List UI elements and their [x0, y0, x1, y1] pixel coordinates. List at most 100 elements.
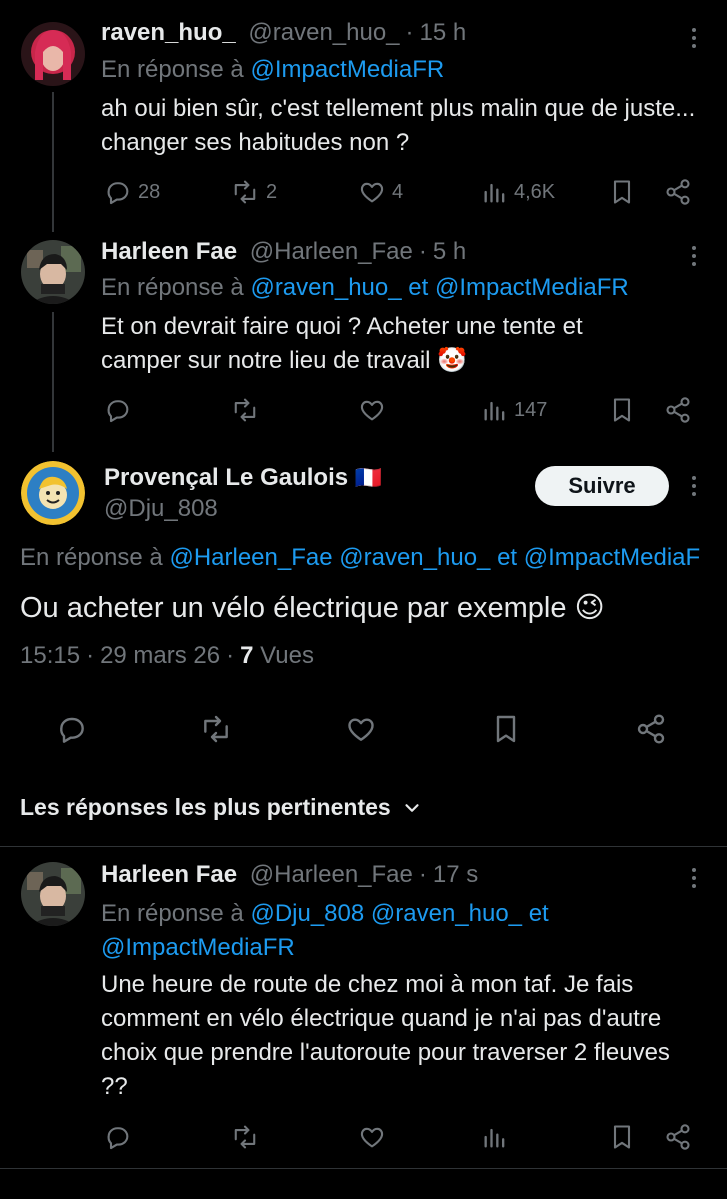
thread-line	[52, 92, 54, 232]
repost-icon	[234, 398, 256, 422]
post-text: Une heure de route de chez moi à mon taf…	[101, 971, 670, 1100]
repost-count: 2	[266, 180, 278, 203]
heart-icon	[360, 182, 384, 203]
more-options-icon[interactable]	[692, 476, 698, 500]
views-button[interactable]: 4,6K	[482, 178, 555, 206]
post-time[interactable]: 15 h	[420, 19, 467, 46]
views-count: 7	[240, 642, 254, 669]
mention-link[interactable]: @raven_huo_	[371, 900, 522, 927]
flag-emoji: 🇫🇷	[354, 465, 383, 490]
reply-prefix: En réponse à	[101, 274, 244, 301]
share-icon	[666, 1124, 690, 1150]
share-icon	[666, 397, 690, 423]
share-icon	[666, 179, 690, 205]
more-options-icon[interactable]	[692, 246, 698, 270]
mention-link[interactable]: @raven_huo_	[339, 544, 490, 571]
like-button[interactable]: 4	[358, 178, 403, 206]
reply-button[interactable]	[104, 396, 132, 424]
bookmark-button[interactable]	[609, 178, 635, 206]
more-options-icon[interactable]	[692, 868, 698, 892]
post-text-content: Et on devrait faire quoi ? Acheter une t…	[101, 313, 583, 374]
conjunction: et	[408, 274, 429, 301]
author-handle[interactable]: @Harleen_Fae	[250, 861, 413, 888]
bookmark-button[interactable]	[609, 396, 635, 424]
post-header: raven_huo_ @raven_huo_ · 15 h	[101, 19, 467, 46]
avatar[interactable]	[21, 461, 85, 525]
analytics-icon	[484, 1128, 505, 1148]
views-label: Vues	[260, 642, 314, 669]
chevron-down-icon	[405, 803, 419, 812]
sort-dropdown[interactable]: Les réponses les plus pertinentes	[20, 794, 423, 821]
repost-icon	[204, 715, 228, 743]
share-icon	[637, 714, 665, 744]
bookmark-icon	[613, 1125, 631, 1149]
share-button[interactable]	[664, 396, 692, 424]
views-count: 4,6K	[514, 180, 556, 203]
author-name[interactable]: Harleen Fae	[101, 238, 237, 265]
reply-button[interactable]: 28	[104, 178, 160, 206]
bookmark-icon	[613, 398, 631, 422]
repost-icon	[234, 1125, 256, 1149]
repost-button[interactable]	[230, 1123, 260, 1151]
mention-link[interactable]: @ImpactMediaFR	[435, 274, 629, 301]
repost-button[interactable]	[198, 713, 234, 745]
reply-prefix: En réponse à	[20, 544, 163, 571]
like-count: 4	[392, 180, 404, 203]
author-name[interactable]: raven_huo_	[101, 19, 236, 46]
post-date[interactable]: 29 mars 26	[100, 642, 220, 669]
bookmark-button[interactable]	[609, 1123, 635, 1151]
reply-button[interactable]	[104, 1123, 132, 1151]
author-handle[interactable]: @raven_huo_	[248, 19, 399, 46]
author-name-line: Provençal Le Gaulois 🇫🇷	[104, 464, 382, 492]
reply-button[interactable]	[56, 713, 88, 745]
conjunction: et	[528, 900, 549, 927]
sort-label: Les réponses les plus pertinentes	[20, 794, 391, 820]
post-time[interactable]: 17 s	[433, 861, 478, 888]
author-name[interactable]: Provençal Le Gaulois	[104, 464, 348, 491]
views-button[interactable]: 147	[482, 396, 547, 424]
post-time[interactable]: 15:15	[20, 642, 80, 669]
thread-line	[52, 312, 54, 452]
heart-icon	[360, 1127, 384, 1148]
comment-icon	[107, 182, 129, 205]
like-button[interactable]	[358, 396, 386, 424]
bookmark-icon	[613, 180, 631, 204]
mention-link[interactable]: @raven_huo_	[250, 274, 401, 301]
share-button[interactable]	[635, 713, 667, 745]
views-button[interactable]	[482, 1123, 508, 1151]
avatar[interactable]	[21, 862, 85, 926]
mention-link[interactable]: @ImpactMediaFR	[250, 56, 444, 83]
follow-button[interactable]: Suivre	[535, 466, 669, 506]
author-handle[interactable]: @Dju_808	[104, 495, 218, 523]
mention-link[interactable]: @Dju_808	[250, 900, 364, 927]
bookmark-button[interactable]	[491, 713, 521, 745]
post-text: Ou acheter un vélo électrique par exempl…	[20, 588, 605, 628]
repost-button[interactable]: 2	[230, 178, 277, 206]
post-text: ah oui bien sûr, c'est tellement plus ma…	[101, 95, 696, 156]
heart-icon	[360, 400, 384, 421]
reply-prefix: En réponse à	[101, 56, 244, 83]
repost-button[interactable]	[230, 396, 260, 424]
avatar[interactable]	[21, 22, 85, 86]
author-handle[interactable]: @Harleen_Fae	[250, 238, 413, 265]
post-text: Et on devrait faire quoi ? Acheter une t…	[101, 310, 661, 378]
more-options-icon[interactable]	[692, 28, 698, 52]
analytics-icon	[484, 401, 505, 421]
mention-link[interactable]: @Harleen_Fae	[169, 544, 332, 571]
post-meta: 15:15 · 29 mars 26 · 7 Vues	[20, 642, 314, 669]
post-time[interactable]: 5 h	[433, 238, 466, 265]
clown-emoji: 🤡	[437, 347, 468, 374]
heart-icon	[348, 718, 374, 741]
like-button[interactable]	[358, 1123, 386, 1151]
mention-link[interactable]: @ImpactMediaF	[524, 544, 700, 571]
like-button[interactable]	[345, 713, 377, 745]
wink-emoji: 😉	[574, 592, 605, 624]
reply-to-line: En réponse à @raven_huo_ et @ImpactMedia…	[101, 274, 629, 302]
mention-link[interactable]: @ImpactMediaFR	[101, 934, 295, 961]
author-name[interactable]: Harleen Fae	[101, 861, 237, 888]
reply-to-line: En réponse à @ImpactMediaFR	[101, 56, 444, 84]
reply-to-line: En réponse à @Harleen_Fae @raven_huo_ et…	[20, 544, 700, 572]
share-button[interactable]	[664, 1123, 692, 1151]
avatar[interactable]	[21, 240, 85, 304]
share-button[interactable]	[664, 178, 692, 206]
